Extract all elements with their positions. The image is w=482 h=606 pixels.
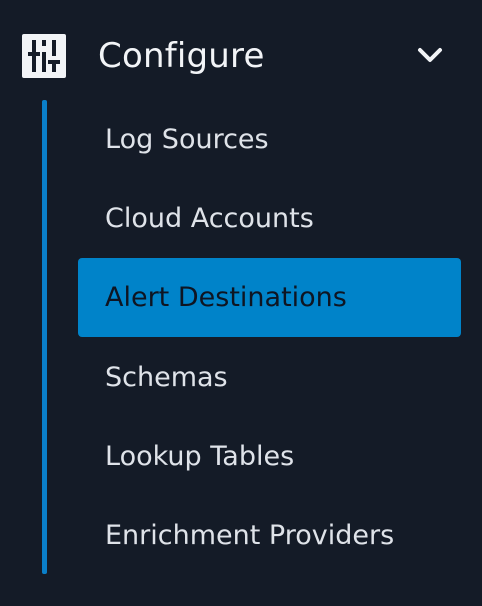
chevron-down-icon[interactable] (416, 44, 444, 68)
sidebar-configure-section: Configure Log Sources Cloud Accounts Ale… (0, 0, 482, 606)
section-title: Configure (98, 36, 265, 76)
nav-item-label: Schemas (105, 362, 228, 393)
section-indicator-rail (42, 100, 47, 574)
nav-item-label: Lookup Tables (105, 441, 295, 472)
nav-item-cloud-accounts[interactable]: Cloud Accounts (78, 179, 461, 258)
nav-item-log-sources[interactable]: Log Sources (78, 100, 461, 179)
nav-item-label: Cloud Accounts (105, 203, 314, 234)
sliders-icon (22, 34, 66, 78)
nav-item-label: Alert Destinations (105, 282, 347, 313)
nav-item-schemas[interactable]: Schemas (78, 338, 461, 417)
nav-item-lookup-tables[interactable]: Lookup Tables (78, 417, 461, 496)
nav-item-enrichment-providers[interactable]: Enrichment Providers (78, 496, 461, 575)
nav-item-label: Enrichment Providers (105, 520, 395, 551)
configure-section-header[interactable]: Configure (0, 0, 482, 112)
nav-item-label: Log Sources (105, 124, 269, 155)
nav-item-alert-destinations[interactable]: Alert Destinations (78, 258, 461, 337)
